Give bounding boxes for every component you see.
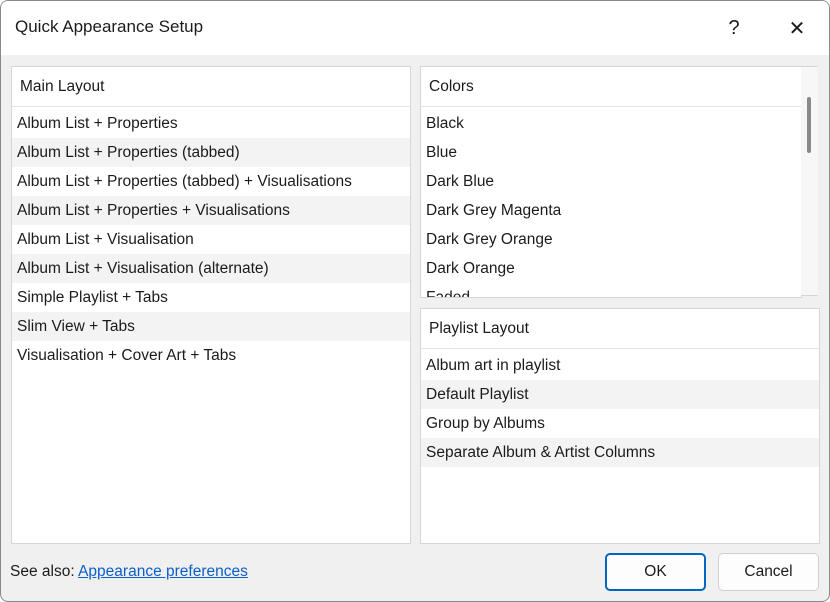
colors-scrollbar[interactable] <box>801 66 818 296</box>
list-item[interactable]: Black <box>421 109 801 138</box>
list-item[interactable]: Dark Grey Magenta <box>421 196 801 225</box>
colors-panel: Colors Black Blue Dark Blue Dark Grey Ma… <box>420 66 802 298</box>
appearance-preferences-link[interactable]: Appearance preferences <box>78 563 248 580</box>
close-icon: ✕ <box>788 17 806 40</box>
list-item[interactable]: Visualisation + Cover Art + Tabs <box>12 341 410 370</box>
list-item[interactable]: Simple Playlist + Tabs <box>12 283 410 312</box>
list-item[interactable]: Album art in playlist <box>421 351 819 380</box>
playlist-layout-header[interactable]: Playlist Layout <box>421 309 819 349</box>
list-item[interactable]: Slim View + Tabs <box>12 312 410 341</box>
main-layout-list[interactable]: Album List + Properties Album List + Pro… <box>12 107 410 370</box>
list-item[interactable]: Album List + Visualisation <box>12 225 410 254</box>
colors-header[interactable]: Colors <box>421 67 801 107</box>
help-button[interactable]: ? <box>711 9 757 47</box>
list-item[interactable]: Album List + Properties (tabbed) <box>12 138 410 167</box>
list-item[interactable]: Dark Blue <box>421 167 801 196</box>
list-item[interactable]: Separate Album & Artist Columns <box>421 438 819 467</box>
list-item[interactable]: Blue <box>421 138 801 167</box>
dialog-title: Quick Appearance Setup <box>15 17 204 36</box>
close-button[interactable]: ✕ <box>774 9 820 47</box>
colors-list[interactable]: Black Blue Dark Blue Dark Grey Magenta D… <box>421 107 801 297</box>
help-icon: ? <box>728 16 740 39</box>
main-layout-panel: Main Layout Album List + Properties Albu… <box>11 66 411 544</box>
list-item[interactable]: Dark Orange <box>421 254 801 283</box>
list-item[interactable]: Dark Grey Orange <box>421 225 801 254</box>
cancel-button[interactable]: Cancel <box>718 553 819 591</box>
list-item[interactable]: Album List + Properties (tabbed) + Visua… <box>12 167 410 196</box>
list-item[interactable]: Album List + Visualisation (alternate) <box>12 254 410 283</box>
quick-appearance-dialog: Quick Appearance Setup ? ✕ Main Layout A… <box>0 0 830 602</box>
playlist-layout-panel: Playlist Layout Album art in playlist De… <box>420 308 820 544</box>
list-item[interactable]: Faded <box>421 283 801 297</box>
playlist-layout-list[interactable]: Album art in playlist Default Playlist G… <box>421 349 819 467</box>
list-item[interactable]: Album List + Properties <box>12 109 410 138</box>
ok-button[interactable]: OK <box>605 553 706 591</box>
see-also-label: See also: <box>10 563 75 580</box>
list-item[interactable]: Group by Albums <box>421 409 819 438</box>
main-layout-header[interactable]: Main Layout <box>12 67 410 107</box>
title-bar: Quick Appearance Setup ? ✕ <box>1 1 829 55</box>
scroll-thumb[interactable] <box>807 97 811 153</box>
see-also: See also: Appearance preferences <box>10 563 248 581</box>
list-item[interactable]: Default Playlist <box>421 380 819 409</box>
list-item[interactable]: Album List + Properties + Visualisations <box>12 196 410 225</box>
